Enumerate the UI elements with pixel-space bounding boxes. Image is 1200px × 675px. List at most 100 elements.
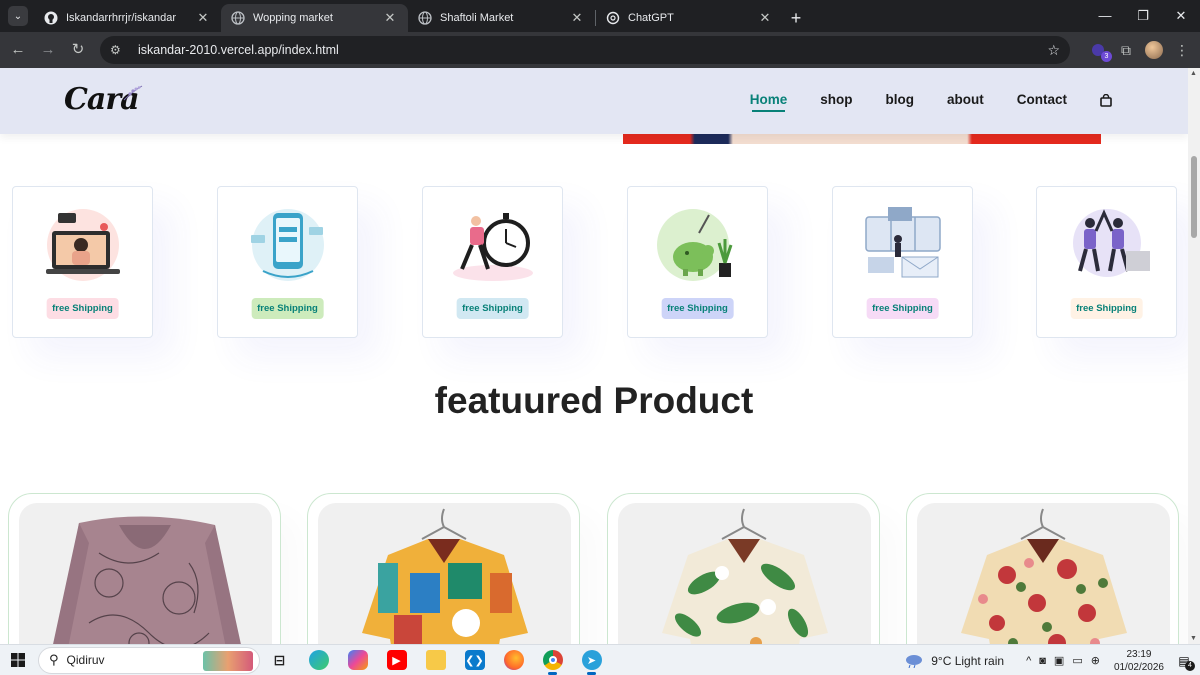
- battery-icon[interactable]: ▭: [1072, 654, 1082, 667]
- chrome-icon[interactable]: [533, 645, 572, 675]
- forward-arrow-icon[interactable]: →: [34, 36, 62, 64]
- nav-about[interactable]: about: [947, 92, 984, 107]
- file-explorer-icon[interactable]: [416, 645, 455, 675]
- rain-cloud-icon: [906, 654, 923, 668]
- site-header: Cara Home shop blog about Contact: [0, 68, 1188, 134]
- promotions-illustration: [865, 207, 941, 278]
- address-bar[interactable]: ⚙ iskandar-2010.vercel.app/index.html ☆: [100, 36, 1070, 64]
- tab-title: ChatGPT: [628, 12, 674, 24]
- telegram-icon[interactable]: ➤: [572, 645, 611, 675]
- tab-title: Iskandarrhrrjr/iskandar: [66, 12, 177, 24]
- close-tab-icon[interactable]: ✕: [569, 10, 585, 26]
- close-tab-icon[interactable]: ✕: [757, 10, 773, 26]
- more-menu-icon[interactable]: ⋮: [1168, 36, 1196, 64]
- product-card[interactable]: [8, 493, 281, 644]
- github-icon: [44, 11, 58, 25]
- lavender-sprig-icon: [123, 85, 143, 101]
- feature-box: free Shipping: [12, 186, 153, 338]
- show-hidden-icons-chevron-icon[interactable]: ^: [1026, 655, 1031, 667]
- feature-box: free Shipping: [422, 186, 563, 338]
- feature-tag: free Shipping: [46, 298, 119, 319]
- close-tab-icon[interactable]: ✕: [195, 10, 211, 26]
- puzzle-extensions-icon[interactable]: ⧉: [1112, 36, 1140, 64]
- address-url[interactable]: iskandar-2010.vercel.app/index.html: [138, 43, 1047, 57]
- vscode-icon[interactable]: ❮❯: [455, 645, 494, 675]
- feature-box: free Shipping: [832, 186, 973, 338]
- clock-date: 01/02/2026: [1113, 661, 1164, 673]
- clock-time: 23:19: [1126, 648, 1152, 660]
- new-tab-plus-icon[interactable]: +: [783, 6, 809, 32]
- youtube-icon[interactable]: ▶: [377, 645, 416, 675]
- page-scrollbar[interactable]: ▲ ▼: [1188, 68, 1200, 644]
- search-highlight-image: [203, 650, 253, 671]
- close-tab-icon[interactable]: ✕: [382, 10, 398, 26]
- minimize-icon[interactable]: —: [1086, 0, 1124, 32]
- close-window-icon[interactable]: ✕: [1162, 0, 1200, 32]
- extension-badge: 3: [1101, 51, 1112, 62]
- windows-start-icon[interactable]: [0, 645, 36, 675]
- weather-widget[interactable]: 9°C Light rain: [905, 654, 1004, 668]
- profile-avatar[interactable]: [1145, 41, 1163, 59]
- nav-blog[interactable]: blog: [886, 92, 915, 107]
- windows-taskbar: ⚲ Qidiruv ⊟ ▶ ❮❯ ➤ 9°C Light rain ^ ◙ ▣ …: [0, 644, 1200, 675]
- hero-image-edge: [623, 134, 1101, 144]
- globe-icon: [231, 11, 245, 25]
- browser-tab-chatgpt[interactable]: ChatGPT ✕: [596, 4, 783, 32]
- copilot-icon[interactable]: [338, 645, 377, 675]
- chatgpt-icon: [606, 11, 620, 25]
- feature-box: free Shipping: [627, 186, 768, 338]
- product-image[interactable]: [917, 503, 1170, 644]
- taskbar-search-placeholder: Qidiruv: [66, 653, 105, 667]
- nav-shop[interactable]: shop: [820, 92, 852, 107]
- notification-center-icon[interactable]: ▤ 4: [1172, 649, 1196, 673]
- reload-icon[interactable]: ↻: [64, 36, 92, 64]
- product-card[interactable]: [906, 493, 1179, 644]
- featured-products-heading: featuured Product: [434, 380, 754, 421]
- savings-piggy-bank-illustration: [657, 209, 733, 281]
- extension-icon[interactable]: 3: [1084, 36, 1112, 64]
- display-icon[interactable]: ▣: [1054, 654, 1064, 667]
- nav-home[interactable]: Home: [750, 92, 787, 112]
- site-settings-icon[interactable]: ⚙: [110, 43, 128, 57]
- browser-tab-github[interactable]: Iskandarrhrrjr/iskandar ✕: [34, 4, 221, 32]
- time-saving-illustration: [453, 213, 533, 281]
- feature-tag: free Shipping: [251, 298, 324, 319]
- feature-box: free Shipping: [1036, 186, 1177, 338]
- bookmark-star-icon[interactable]: ☆: [1047, 42, 1060, 59]
- product-image[interactable]: [318, 503, 571, 644]
- scrollbar-thumb[interactable]: [1191, 156, 1197, 238]
- browser-tab-strip: ⌄ Iskandarrhrrjr/iskandar ✕ Wopping mark…: [0, 0, 1200, 32]
- browser-toolbar: ← → ↻ ⚙ iskandar-2010.vercel.app/index.h…: [0, 32, 1200, 68]
- shopping-bag-icon[interactable]: [1100, 93, 1112, 107]
- feature-tag: free Shipping: [866, 298, 939, 319]
- taskbar-search[interactable]: ⚲ Qidiruv: [38, 646, 260, 674]
- network-globe-icon[interactable]: ⊕: [1091, 654, 1100, 667]
- globe-icon: [418, 11, 432, 25]
- scroll-up-arrow-icon[interactable]: ▲: [1190, 70, 1197, 77]
- mobile-payment-illustration: [251, 209, 324, 281]
- camera-icon[interactable]: ◙: [1039, 655, 1046, 667]
- feature-tag: free Shipping: [456, 298, 529, 319]
- firefox-icon[interactable]: [494, 645, 533, 675]
- back-arrow-icon[interactable]: ←: [4, 36, 32, 64]
- product-image[interactable]: [618, 503, 871, 644]
- feature-section: free Shipping free Shipping free Shippin…: [12, 186, 1177, 338]
- nav-contact[interactable]: Contact: [1017, 92, 1067, 107]
- product-card[interactable]: [307, 493, 580, 644]
- scroll-down-arrow-icon[interactable]: ▼: [1190, 635, 1197, 642]
- tab-search-chevron-icon[interactable]: ⌄: [8, 6, 28, 26]
- browser-tab-shaftoli-market[interactable]: Shaftoli Market ✕: [408, 4, 595, 32]
- feature-tag: free Shipping: [661, 298, 734, 319]
- system-clock[interactable]: 23:19 01/02/2026: [1114, 648, 1164, 674]
- browser-tab-wopping-market[interactable]: Wopping market ✕: [221, 4, 408, 32]
- window-controls: — ❐ ✕: [1086, 0, 1200, 32]
- task-view-icon[interactable]: ⊟: [260, 645, 299, 675]
- edge-icon[interactable]: [299, 645, 338, 675]
- product-image[interactable]: [19, 503, 272, 644]
- tab-title: Wopping market: [253, 12, 333, 24]
- site-logo[interactable]: Cara: [64, 82, 144, 118]
- restore-icon[interactable]: ❐: [1124, 0, 1162, 32]
- tab-title: Shaftoli Market: [440, 12, 514, 24]
- product-card[interactable]: [607, 493, 880, 644]
- weather-text: 9°C Light rain: [931, 653, 1005, 668]
